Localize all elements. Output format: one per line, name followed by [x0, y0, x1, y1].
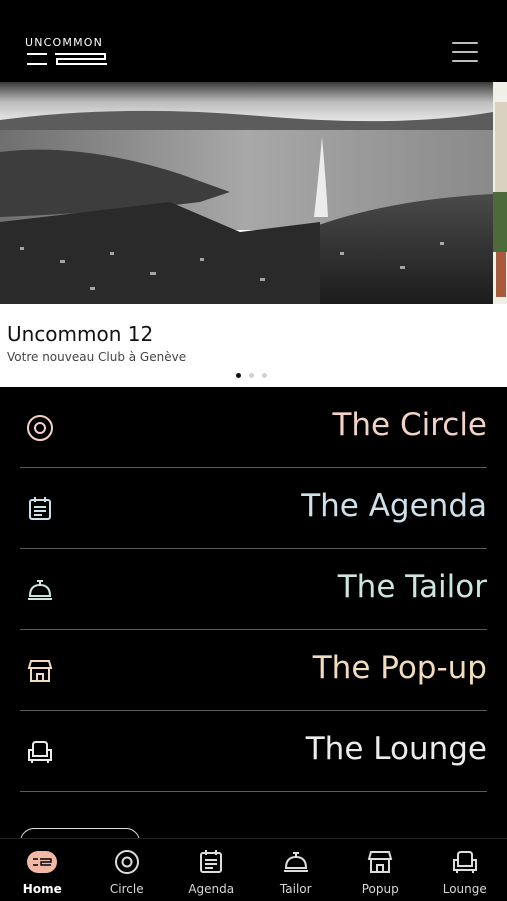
- hamburger-menu-icon[interactable]: [452, 42, 478, 64]
- app-header: UNCOMMON: [0, 0, 507, 82]
- menu-item-lounge[interactable]: The Lounge: [20, 711, 487, 792]
- menu-item-popup[interactable]: The Pop-up: [20, 630, 487, 711]
- circle-target-icon: [26, 414, 54, 442]
- calendar-list-icon: [26, 495, 54, 523]
- next-slide-image: [493, 82, 507, 304]
- carousel-dot-3[interactable]: [262, 373, 267, 378]
- bottom-navigation: Home Circle Agenda Tailor Popup: [0, 838, 507, 901]
- menu-item-tailor[interactable]: The Tailor: [20, 549, 487, 630]
- storefront-icon: [365, 848, 395, 876]
- nav-label: Popup: [338, 882, 423, 896]
- brand-logo[interactable]: UNCOMMON: [25, 37, 115, 67]
- menu-item-label: The Tailor: [338, 569, 487, 605]
- nav-agenda[interactable]: Agenda: [169, 839, 254, 901]
- circle-target-icon: [112, 848, 142, 876]
- service-bell-icon: [26, 576, 54, 604]
- hero-title: Uncommon 12: [7, 322, 153, 346]
- section-menu: The Circle The Agenda The Tailor The Pop…: [0, 387, 507, 792]
- nav-tailor[interactable]: Tailor: [254, 839, 339, 901]
- logo-12-icon: [25, 51, 109, 67]
- logo-12-badge-icon: [27, 848, 57, 876]
- storefront-icon: [26, 657, 54, 685]
- calendar-list-icon: [196, 848, 226, 876]
- nav-home[interactable]: Home: [0, 839, 85, 901]
- armchair-icon: [450, 848, 480, 876]
- brand-name: UNCOMMON: [25, 37, 115, 49]
- nav-label: Home: [0, 882, 85, 896]
- nav-popup[interactable]: Popup: [338, 839, 423, 901]
- nav-label: Lounge: [423, 882, 507, 896]
- hero-subtitle: Votre nouveau Club à Genève: [7, 350, 186, 364]
- menu-item-agenda[interactable]: The Agenda: [20, 468, 487, 549]
- nav-label: Tailor: [254, 882, 339, 896]
- nav-circle[interactable]: Circle: [85, 839, 170, 901]
- menu-item-label: The Agenda: [301, 488, 487, 524]
- nav-lounge[interactable]: Lounge: [423, 839, 507, 901]
- carousel-dot-2[interactable]: [249, 373, 254, 378]
- carousel-pagination: [236, 373, 267, 378]
- carousel-dot-1[interactable]: [236, 373, 241, 378]
- menu-item-label: The Lounge: [306, 731, 487, 767]
- service-bell-icon: [281, 848, 311, 876]
- menu-item-circle[interactable]: The Circle: [20, 387, 487, 468]
- nav-label: Circle: [85, 882, 170, 896]
- nav-label: Agenda: [169, 882, 254, 896]
- hero-carousel[interactable]: Uncommon 12 Votre nouveau Club à Genève: [0, 82, 507, 387]
- menu-item-label: The Circle: [332, 407, 487, 443]
- hero-image-geneva: [0, 82, 493, 304]
- armchair-icon: [26, 738, 54, 766]
- menu-item-label: The Pop-up: [313, 650, 487, 686]
